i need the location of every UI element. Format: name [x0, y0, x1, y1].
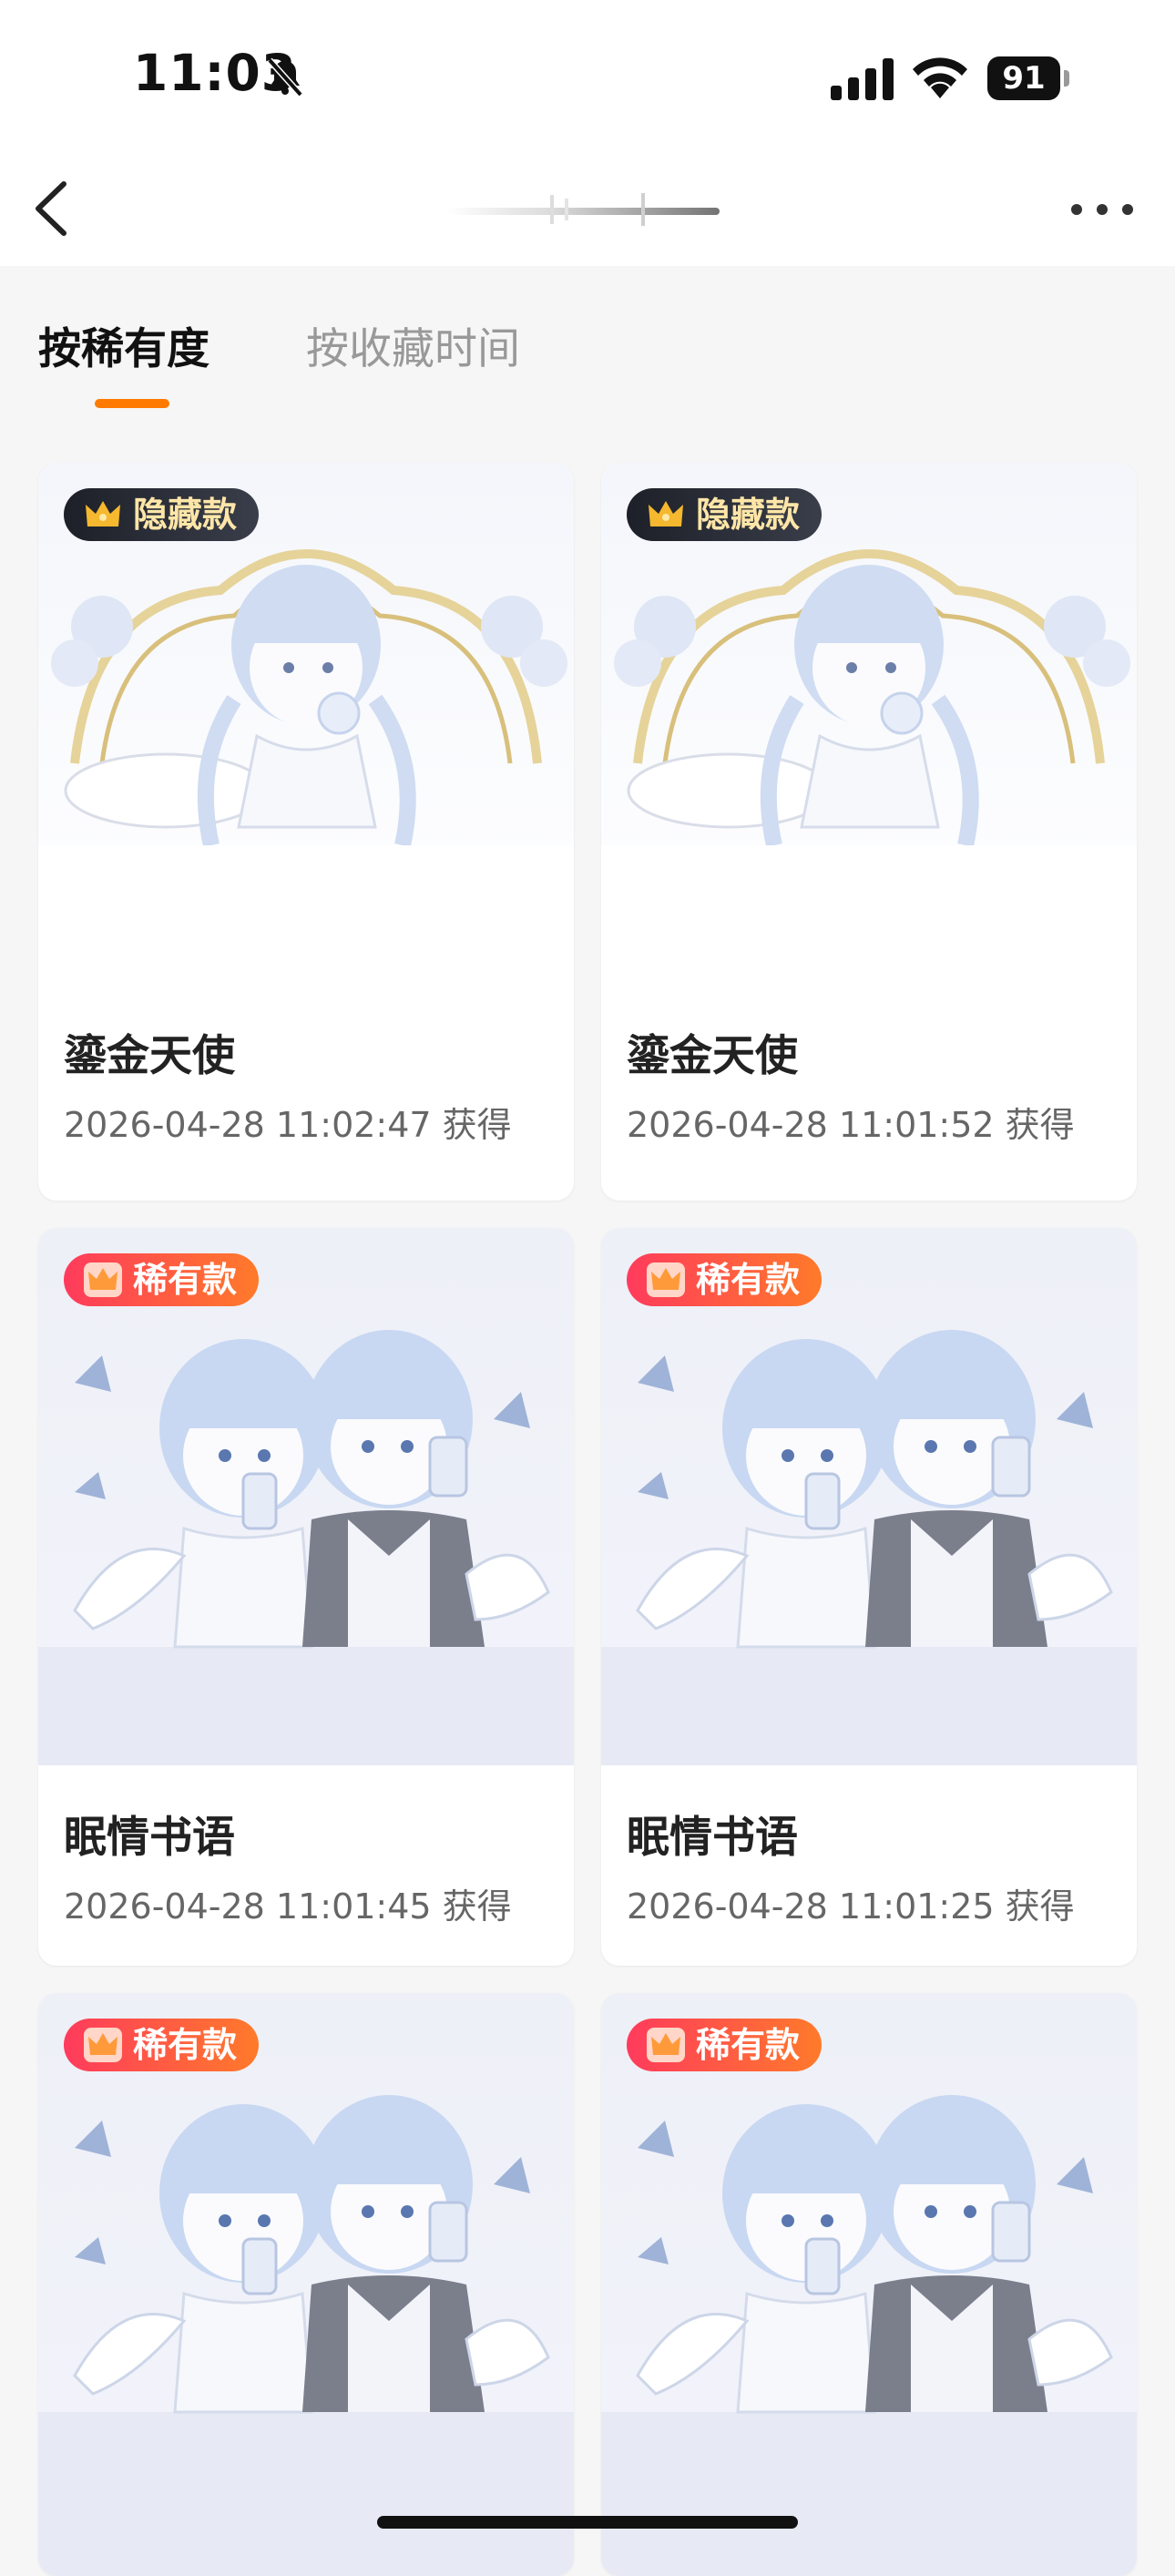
- page-title-placeholder-marks: [550, 193, 645, 226]
- crown-icon: [647, 2028, 685, 2062]
- collection-card[interactable]: 隐藏款 鎏金天使 2026-04-28 11:01:52 获得: [601, 463, 1137, 1201]
- obtained-time: 2026-04-28 11:02:47 获得: [64, 1105, 512, 1145]
- bell-slash-icon: [267, 57, 303, 97]
- collection-card[interactable]: 稀有款 眠情书语 2026-04-28 11:01:25 获得: [601, 1228, 1137, 1966]
- card-artwork-couple: [601, 1993, 1137, 2576]
- collection-card[interactable]: 隐藏款 鎏金天使 2026-04-28 11:02:47 获得: [38, 463, 574, 1201]
- tab-sort-by-rarity[interactable]: 按稀有度: [38, 313, 209, 376]
- crown-icon: [86, 501, 120, 526]
- status-bar: 11:03 91: [0, 0, 1175, 155]
- collection-card[interactable]: 稀有款 眠情书语 2026-04-28 11:01:45 获得: [38, 1228, 574, 1966]
- home-indicator[interactable]: [377, 2516, 798, 2529]
- card-artwork-couple: [38, 1993, 574, 2576]
- crown-icon: [84, 2028, 122, 2062]
- sort-tabs: 按稀有度 按收藏时间: [0, 266, 1175, 421]
- nav-bar: [0, 155, 1175, 268]
- collection-card[interactable]: 稀有款: [601, 1993, 1137, 2576]
- item-name: 鎏金天使: [64, 1031, 235, 1081]
- cellular-signal-icon: [831, 58, 894, 100]
- crown-icon: [649, 501, 683, 526]
- item-name: 眠情书语: [627, 1813, 798, 1863]
- crown-icon: [84, 1262, 122, 1297]
- wifi-icon: [913, 57, 967, 98]
- obtained-time: 2026-04-28 11:01:45 获得: [64, 1886, 512, 1927]
- obtained-time: 2026-04-28 11:01:25 获得: [627, 1886, 1075, 1927]
- battery-level: 91: [987, 56, 1060, 100]
- card-artwork-couple: [38, 1228, 574, 1765]
- chevron-left-icon[interactable]: [26, 177, 89, 240]
- more-horizontal-icon[interactable]: [1066, 191, 1139, 228]
- crown-icon: [647, 1262, 685, 1297]
- active-tab-indicator: [95, 399, 169, 408]
- obtained-time: 2026-04-28 11:01:52 获得: [627, 1105, 1075, 1145]
- card-artwork-couple: [601, 1228, 1137, 1765]
- tab-sort-by-collect-time[interactable]: 按收藏时间: [306, 313, 520, 376]
- collection-card[interactable]: 稀有款: [38, 1993, 574, 2576]
- battery-icon: 91: [987, 56, 1071, 100]
- item-name: 鎏金天使: [627, 1031, 798, 1081]
- item-name: 眠情书语: [64, 1813, 235, 1863]
